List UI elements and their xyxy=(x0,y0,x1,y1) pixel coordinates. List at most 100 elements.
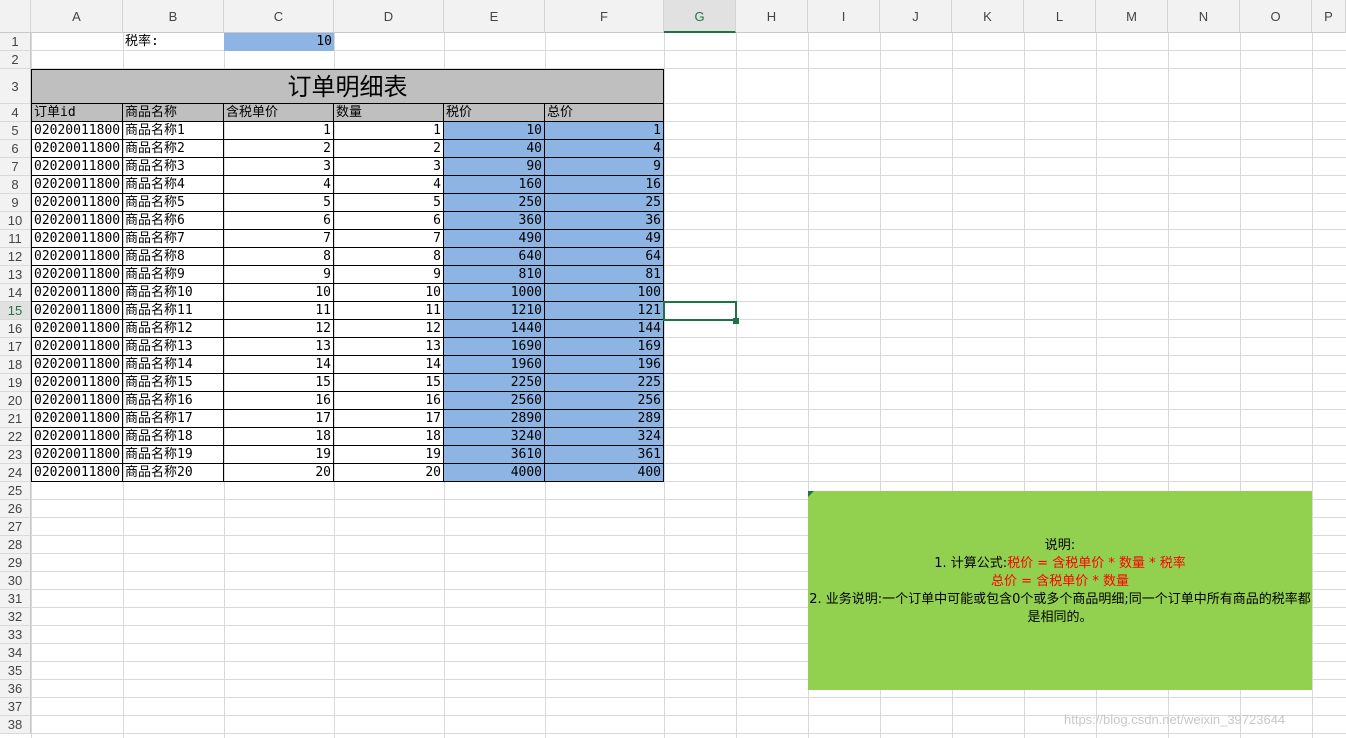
row-header-24[interactable]: 24 xyxy=(0,464,31,482)
data-cell[interactable]: 16 xyxy=(224,392,334,410)
row-header-32[interactable]: 32 xyxy=(0,608,31,626)
data-cell[interactable]: 160 xyxy=(444,176,545,194)
data-cell[interactable]: 19 xyxy=(334,446,444,464)
data-cell[interactable]: 1440 xyxy=(444,320,545,338)
data-cell[interactable]: 196 xyxy=(545,356,664,374)
data-cell[interactable]: 商品名称17 xyxy=(123,410,224,428)
row-header-20[interactable]: 20 xyxy=(0,392,31,410)
data-cell[interactable]: 15 xyxy=(334,374,444,392)
row-header-11[interactable]: 11 xyxy=(0,230,31,248)
data-cell[interactable]: 100 xyxy=(545,284,664,302)
row-header-34[interactable]: 34 xyxy=(0,644,31,662)
data-cell[interactable]: 商品名称14 xyxy=(123,356,224,374)
data-cell[interactable]: 3240 xyxy=(444,428,545,446)
data-cell[interactable]: 90 xyxy=(444,158,545,176)
data-cell[interactable]: 02020011800 xyxy=(31,140,123,158)
row-header-5[interactable]: 5 xyxy=(0,122,31,140)
data-cell[interactable]: 1 xyxy=(334,122,444,140)
row-header-27[interactable]: 27 xyxy=(0,518,31,536)
active-cell-selection[interactable] xyxy=(663,301,737,321)
data-cell[interactable]: 4 xyxy=(334,176,444,194)
data-cell[interactable]: 02020011800 xyxy=(31,410,123,428)
data-cell[interactable]: 5 xyxy=(334,194,444,212)
data-cell[interactable]: 2560 xyxy=(444,392,545,410)
data-cell[interactable]: 02020011800 xyxy=(31,248,123,266)
row-header-30[interactable]: 30 xyxy=(0,572,31,590)
row-header-37[interactable]: 37 xyxy=(0,698,31,716)
data-cell[interactable]: 17 xyxy=(224,410,334,428)
data-cell[interactable]: 02020011800 xyxy=(31,374,123,392)
data-cell[interactable]: 商品名称15 xyxy=(123,374,224,392)
row-header-35[interactable]: 35 xyxy=(0,662,31,680)
data-cell[interactable]: 02020011800 xyxy=(31,284,123,302)
column-header-d[interactable]: D xyxy=(334,0,444,33)
data-cell[interactable]: 02020011800 xyxy=(31,122,123,140)
column-title-6[interactable]: 总价 xyxy=(545,104,664,122)
data-cell[interactable]: 490 xyxy=(444,230,545,248)
explanation-note[interactable]: 说明: 1. 计算公式:税价 = 含税单价 * 数量 * 税率 总价 = 含税单价 … xyxy=(808,491,1312,690)
row-header-7[interactable]: 7 xyxy=(0,158,31,176)
data-cell[interactable]: 02020011800 xyxy=(31,212,123,230)
column-header-h[interactable]: H xyxy=(736,0,808,33)
data-cell[interactable]: 81 xyxy=(545,266,664,284)
data-cell[interactable]: 11 xyxy=(224,302,334,320)
column-title-1[interactable]: 订单id xyxy=(31,104,123,122)
row-header-26[interactable]: 26 xyxy=(0,500,31,518)
data-cell[interactable]: 400 xyxy=(545,464,664,482)
data-cell[interactable]: 169 xyxy=(545,338,664,356)
tax-rate-value-cell[interactable]: 10 xyxy=(224,33,334,51)
row-header-10[interactable]: 10 xyxy=(0,212,31,230)
data-cell[interactable]: 02020011800 xyxy=(31,446,123,464)
column-title-4[interactable]: 数量 xyxy=(334,104,444,122)
row-header-33[interactable]: 33 xyxy=(0,626,31,644)
column-title-3[interactable]: 含税单价 xyxy=(224,104,334,122)
row-header-38[interactable]: 38 xyxy=(0,716,31,734)
data-cell[interactable]: 商品名称13 xyxy=(123,338,224,356)
data-cell[interactable]: 14 xyxy=(334,356,444,374)
data-cell[interactable]: 02020011800 xyxy=(31,356,123,374)
data-cell[interactable]: 10 xyxy=(224,284,334,302)
data-cell[interactable]: 02020011800 xyxy=(31,266,123,284)
data-cell[interactable]: 12 xyxy=(334,320,444,338)
column-header-n[interactable]: N xyxy=(1168,0,1240,33)
data-cell[interactable]: 250 xyxy=(444,194,545,212)
column-header-e[interactable]: E xyxy=(444,0,545,33)
data-cell[interactable]: 商品名称6 xyxy=(123,212,224,230)
row-header-22[interactable]: 22 xyxy=(0,428,31,446)
data-cell[interactable]: 02020011800 xyxy=(31,230,123,248)
data-cell[interactable]: 02020011800 xyxy=(31,194,123,212)
row-header-1[interactable]: 1 xyxy=(0,33,31,51)
row-header-13[interactable]: 13 xyxy=(0,266,31,284)
data-cell[interactable]: 9 xyxy=(334,266,444,284)
data-cell[interactable]: 36 xyxy=(545,212,664,230)
data-cell[interactable]: 02020011800 xyxy=(31,428,123,446)
row-header-31[interactable]: 31 xyxy=(0,590,31,608)
data-cell[interactable]: 20 xyxy=(334,464,444,482)
row-header-18[interactable]: 18 xyxy=(0,356,31,374)
data-cell[interactable]: 11 xyxy=(334,302,444,320)
data-cell[interactable]: 02020011800 xyxy=(31,176,123,194)
row-header-23[interactable]: 23 xyxy=(0,446,31,464)
data-cell[interactable]: 360 xyxy=(444,212,545,230)
data-cell[interactable]: 144 xyxy=(545,320,664,338)
row-header-17[interactable]: 17 xyxy=(0,338,31,356)
data-cell[interactable]: 商品名称7 xyxy=(123,230,224,248)
data-cell[interactable]: 2250 xyxy=(444,374,545,392)
row-header-4[interactable]: 4 xyxy=(0,104,31,122)
data-cell[interactable]: 6 xyxy=(334,212,444,230)
data-cell[interactable]: 121 xyxy=(545,302,664,320)
row-header-15[interactable]: 15 xyxy=(0,302,31,320)
row-header-6[interactable]: 6 xyxy=(0,140,31,158)
data-cell[interactable]: 2 xyxy=(334,140,444,158)
data-cell[interactable]: 2890 xyxy=(444,410,545,428)
fill-handle[interactable] xyxy=(733,318,739,324)
data-cell[interactable]: 7 xyxy=(224,230,334,248)
data-cell[interactable]: 13 xyxy=(334,338,444,356)
data-cell[interactable]: 16 xyxy=(334,392,444,410)
row-header-12[interactable]: 12 xyxy=(0,248,31,266)
data-cell[interactable]: 商品名称11 xyxy=(123,302,224,320)
data-cell[interactable]: 9 xyxy=(224,266,334,284)
data-cell[interactable]: 16 xyxy=(545,176,664,194)
data-cell[interactable]: 02020011800 xyxy=(31,392,123,410)
data-cell[interactable]: 商品名称5 xyxy=(123,194,224,212)
